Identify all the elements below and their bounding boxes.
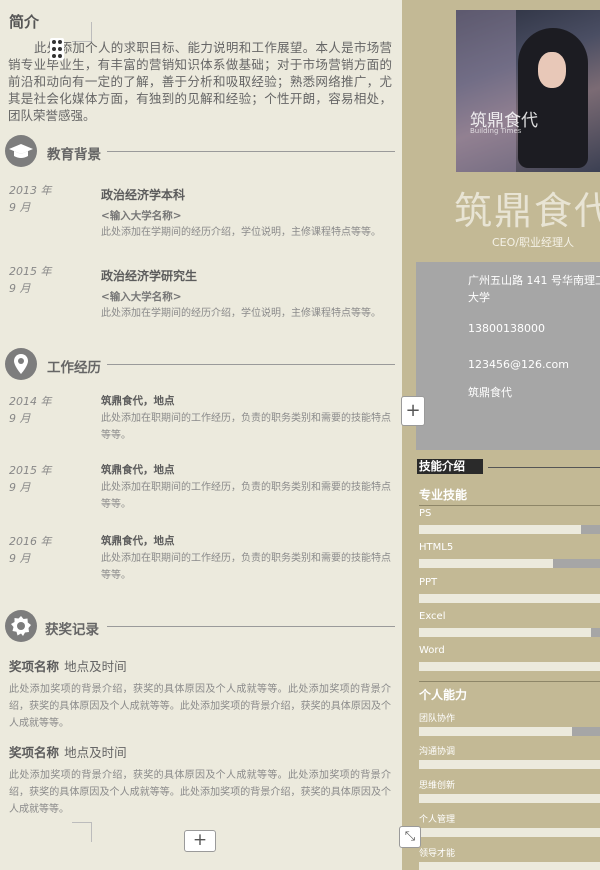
entry-date: 2014 年9 月: [9, 395, 52, 425]
ability-item: 思维创新: [419, 778, 600, 803]
entry-title: 筑鼎食代，地点: [101, 535, 175, 547]
crop-mark-bottom: [72, 822, 92, 842]
badge-icon: [5, 610, 37, 642]
award-place: 地点及时间: [64, 745, 127, 760]
profile-photo: 筑鼎食代 Building Times: [456, 10, 600, 172]
skill-item: Excel: [419, 611, 600, 637]
map-pin-icon: [5, 348, 37, 380]
award-name: 奖项名称: [9, 745, 60, 760]
divider: [419, 505, 600, 506]
skill-item: PS: [419, 508, 600, 534]
entry-date: 2015 年9 月: [9, 265, 52, 295]
graduation-cap-icon: [5, 135, 37, 167]
contact-company[interactable]: 筑鼎食代: [468, 384, 600, 401]
ability-bar: [419, 794, 600, 803]
ability-bar: [419, 862, 600, 870]
contact-box: 广州五山路 141 号华南理工大学 13800138000 123456@126…: [416, 262, 600, 450]
education-section-head: 教育背景: [5, 135, 395, 167]
personal-abilities-heading: 个人能力: [419, 688, 468, 702]
entry-title: 政治经济学本科: [101, 188, 186, 202]
drag-handle-icon[interactable]: [50, 38, 64, 60]
entry-desc: 此处添加在职期间的工作经历，负责的职务类别和需要的技能特点等等。: [101, 413, 391, 441]
education-heading: 教育背景: [47, 147, 101, 163]
ability-item: 个人管理: [419, 812, 600, 837]
entry-desc: 此处添加在学期间的经历介绍，学位说明，主修课程特点等等。: [101, 308, 381, 319]
skill-bar: [419, 662, 600, 671]
right-column: 筑鼎食代 Building Times 筑鼎食代 CEO/职业经理人 广州五山路…: [402, 0, 600, 870]
work-entry[interactable]: 2015 年9 月 筑鼎食代，地点 此处添加在职期间的工作经历，负责的职务类别和…: [9, 462, 393, 522]
award-name: 奖项名称: [9, 659, 60, 674]
intro-text[interactable]: 此处添加个人的求职目标、能力说明和工作展望。本人是市场营销专业毕业生，有丰富的营…: [8, 39, 392, 124]
work-entry[interactable]: 2016 年9 月 筑鼎食代，地点 此处添加在职期间的工作经历，负责的职务类别和…: [9, 533, 393, 593]
skill-item: Word: [419, 645, 600, 671]
divider: [107, 364, 395, 365]
award-place: 地点及时间: [64, 659, 127, 674]
skill-bar: [419, 525, 582, 534]
person-role[interactable]: CEO/职业经理人: [492, 234, 574, 250]
intro-heading: 简介: [9, 13, 40, 31]
ability-item: 沟通协调: [419, 744, 600, 769]
entry-title: 政治经济学研究生: [101, 269, 198, 283]
skill-bar: [419, 628, 591, 637]
divider: [488, 467, 600, 468]
education-entry[interactable]: 2013 年9 月 政治经济学本科 <输入大学名称> 此处添加在学期间的经历介绍…: [9, 182, 393, 257]
award-desc: 此处添加奖项的背景介绍，获奖的具体原因及个人成就等等。此处添加奖项的背景介绍，获…: [9, 770, 391, 815]
ability-bar: [419, 727, 572, 736]
entry-title: 筑鼎食代，地点: [101, 464, 175, 476]
entry-title: 筑鼎食代，地点: [101, 395, 175, 407]
skills-heading: 技能介绍: [417, 459, 483, 474]
entry-date: 2013 年9 月: [9, 184, 52, 214]
divider: [107, 151, 395, 152]
ability-item: 团队协作: [419, 711, 600, 736]
skill-item: HTML5: [419, 542, 600, 568]
entry-desc: 此处添加在学期间的经历介绍，学位说明，主修课程特点等等。: [101, 227, 381, 238]
divider: [419, 681, 600, 682]
award-desc: 此处添加奖项的背景介绍，获奖的具体原因及个人成就等等。此处添加奖项的背景介绍，获…: [9, 684, 391, 729]
entry-school: <输入大学名称>: [101, 210, 182, 222]
entry-desc: 此处添加在职期间的工作经历，负责的职务类别和需要的技能特点等等。: [101, 553, 391, 581]
entry-desc: 此处添加在职期间的工作经历，负责的职务类别和需要的技能特点等等。: [101, 482, 391, 510]
award-entry[interactable]: 奖项名称 地点及时间 此处添加奖项的背景介绍，获奖的具体原因及个人成就等等。此处…: [9, 656, 391, 732]
add-item-button[interactable]: +: [401, 396, 425, 426]
entry-date: 2015 年9 月: [9, 464, 52, 494]
person-name[interactable]: 筑鼎食代: [454, 180, 600, 235]
contact-phone[interactable]: 13800138000: [468, 320, 600, 337]
awards-section-head: 获奖记录: [5, 610, 395, 642]
education-entry[interactable]: 2015 年9 月 政治经济学研究生 <输入大学名称> 此处添加在学期间的经历介…: [9, 263, 393, 338]
professional-skills-heading: 专业技能: [419, 488, 468, 502]
award-entry[interactable]: 奖项名称 地点及时间 此处添加奖项的背景介绍，获奖的具体原因及个人成就等等。此处…: [9, 742, 391, 818]
resize-handle-icon[interactable]: ⤡: [399, 826, 421, 848]
skill-item: PPT: [419, 577, 600, 603]
photo-watermark-sub: Building Times: [470, 127, 522, 135]
awards-heading: 获奖记录: [45, 622, 99, 638]
work-section-head: 工作经历: [5, 348, 395, 380]
ability-item: 领导才能: [419, 846, 600, 870]
contact-address[interactable]: 广州五山路 141 号华南理工大学: [468, 272, 600, 306]
contact-email[interactable]: 123456@126.com: [468, 356, 600, 373]
divider: [107, 626, 395, 627]
add-section-button[interactable]: +: [184, 830, 216, 852]
entry-date: 2016 年9 月: [9, 535, 52, 565]
ability-bar: [419, 760, 600, 769]
work-heading: 工作经历: [47, 360, 101, 376]
skill-bar: [419, 594, 600, 603]
ability-bar: [419, 828, 600, 837]
entry-school: <输入大学名称>: [101, 291, 182, 303]
skill-bar: [419, 559, 553, 568]
work-entry[interactable]: 2014 年9 月 筑鼎食代，地点 此处添加在职期间的工作经历，负责的职务类别和…: [9, 393, 393, 453]
left-column: 简介 此处添加个人的求职目标、能力说明和工作展望。本人是市场营销专业毕业生，有丰…: [0, 0, 402, 870]
